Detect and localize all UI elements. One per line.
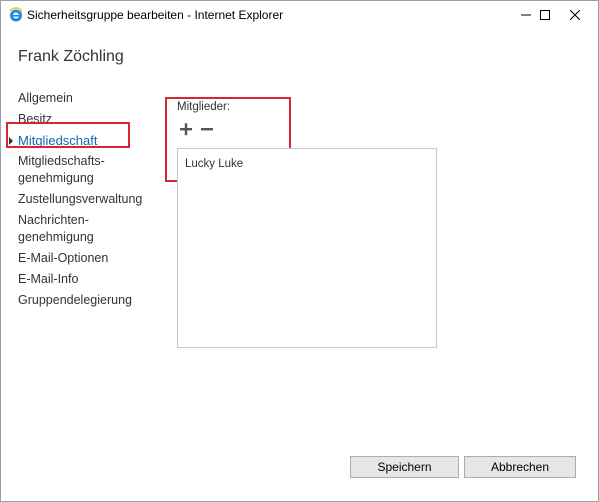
nav-item-label-line2: genehmigung (18, 171, 94, 185)
nav-item-allgemein[interactable]: Allgemein (18, 88, 148, 109)
nav-item-nachrichten-genehmigung[interactable]: Nachrichten- genehmigung (18, 210, 148, 248)
nav-item-zustellungsverwaltung[interactable]: Zustellungsverwaltung (18, 189, 148, 210)
nav-item-mitgliedschafts-genehmigung[interactable]: Mitgliedschafts- genehmigung (18, 151, 148, 189)
nav-item-email-info[interactable]: E-Mail-Info (18, 269, 148, 290)
save-button[interactable]: Speichern (350, 456, 459, 478)
close-icon (570, 10, 580, 20)
remove-member-button[interactable] (199, 121, 215, 137)
add-member-button[interactable] (178, 121, 194, 137)
maximize-icon (540, 10, 550, 20)
nav-item-label-line1: Mitgliedschafts- (18, 154, 105, 168)
nav-item-label-line2: genehmigung (18, 230, 94, 244)
members-label: Mitglieder: (177, 101, 231, 113)
minus-icon (201, 128, 213, 131)
close-button[interactable] (552, 1, 598, 29)
nav-item-email-optionen[interactable]: E-Mail-Optionen (18, 248, 148, 269)
nav-item-label-line1: Nachrichten- (18, 213, 89, 227)
page-title: Frank Zöchling (18, 48, 124, 65)
cancel-button[interactable]: Abbrechen (464, 456, 576, 478)
title-bar: Sicherheitsgruppe bearbeiten - Internet … (1, 1, 598, 29)
internet-explorer-icon (8, 7, 24, 23)
window-title: Sicherheitsgruppe bearbeiten - Internet … (27, 8, 284, 22)
nav-item-gruppendelegierung[interactable]: Gruppendelegierung (18, 290, 148, 311)
list-item[interactable]: Lucky Luke (185, 158, 243, 170)
browser-window: Sicherheitsgruppe bearbeiten - Internet … (0, 0, 599, 502)
members-list[interactable]: Lucky Luke (177, 148, 437, 348)
plus-icon (180, 123, 192, 136)
highlight-box-nav (6, 122, 130, 148)
